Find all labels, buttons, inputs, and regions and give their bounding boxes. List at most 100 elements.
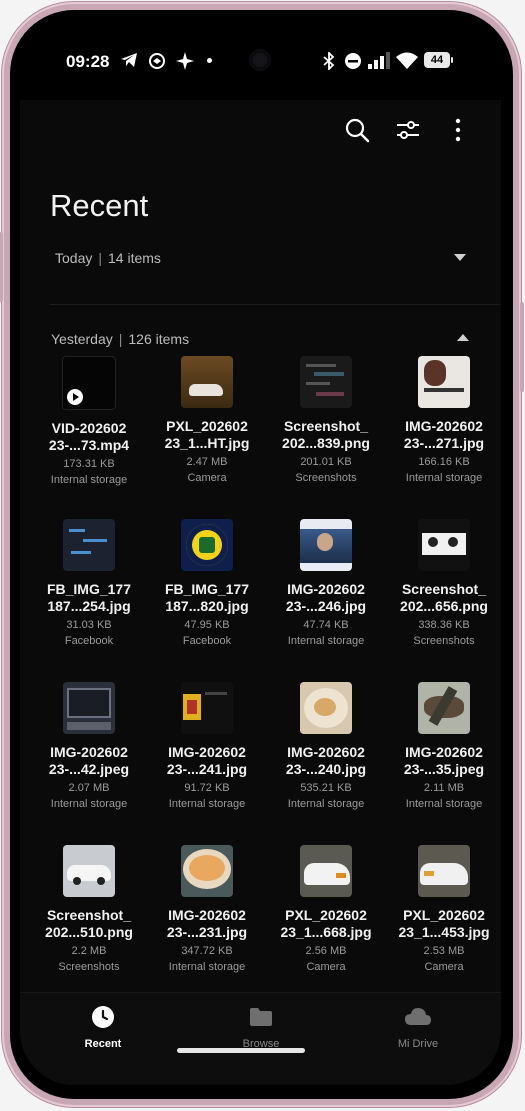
file-location: Screenshots <box>413 635 475 647</box>
file-name: IMG-202602 23-...246.jpg <box>285 581 367 614</box>
file-location: Internal storage <box>405 798 483 810</box>
wifi-icon <box>396 52 418 69</box>
image-thumbnail <box>181 519 233 571</box>
file-name: IMG-202602 23-...42.jpeg <box>48 744 130 777</box>
file-name: FB_IMG_177 187...254.jpg <box>46 581 132 614</box>
group-label: Yesterday <box>51 331 113 347</box>
group-count: 126 items <box>128 331 190 347</box>
expand-icon[interactable] <box>454 254 466 261</box>
image-thumbnail <box>181 356 233 408</box>
file-size: 31.03 KB <box>66 619 112 631</box>
file-location: Camera <box>187 472 227 484</box>
nav-mi-drive[interactable]: Mi Drive <box>348 1005 488 1050</box>
file-location: Internal storage <box>287 798 365 810</box>
group-header-today[interactable]: Today | 14 items <box>55 250 161 266</box>
file-name: IMG-202602 23-...231.jpg <box>166 907 248 940</box>
folder-icon <box>250 1008 272 1026</box>
status-bar: 09:28 44 <box>20 22 501 100</box>
file-tile[interactable]: IMG-202602 23-...240.jpg 535.21 KB Intern… <box>267 682 385 810</box>
file-tile[interactable]: Screenshot_ 202...510.png 2.2 MB Screensh… <box>30 845 148 973</box>
file-location: Internal storage <box>405 472 483 484</box>
image-thumbnail <box>181 845 233 897</box>
file-name: VID-202602 23-...73.mp4 <box>48 420 130 453</box>
file-location: Camera <box>306 961 346 973</box>
cloud-icon <box>405 1008 431 1025</box>
notification-dot-icon <box>207 58 212 63</box>
file-location: Internal storage <box>50 474 128 486</box>
image-thumbnail <box>63 682 115 734</box>
file-tile[interactable]: PXL_202602 23_1...453.jpg 2.53 MB Camera <box>385 845 501 973</box>
file-size: 535.21 KB <box>300 782 352 794</box>
image-thumbnail <box>300 682 352 734</box>
file-name: FB_IMG_177 187...820.jpg <box>164 581 250 614</box>
file-size: 347.72 KB <box>181 945 233 957</box>
divider <box>50 304 500 305</box>
sparkle-icon <box>176 52 194 70</box>
front-camera <box>249 49 271 71</box>
file-tile[interactable]: IMG-202602 23-...246.jpg 47.74 KB Interna… <box>267 519 385 647</box>
file-tile[interactable]: PXL_202602 23_1...668.jpg 2.56 MB Camera <box>267 845 385 973</box>
sync-icon <box>149 53 165 69</box>
battery-indicator: 44 <box>424 52 453 68</box>
screen: 09:28 44 Recent Today | 14 items Yesterday… <box>20 22 501 1085</box>
telegram-icon <box>121 53 137 67</box>
nav-browse[interactable]: Browse <box>191 1005 331 1050</box>
file-location: Facebook <box>182 635 232 647</box>
file-tile[interactable]: FB_IMG_177 187...820.jpg 47.95 KB Faceboo… <box>148 519 266 647</box>
home-indicator[interactable] <box>177 1048 305 1053</box>
group-count: 14 items <box>108 250 161 266</box>
image-thumbnail <box>63 519 115 571</box>
nav-label: Mi Drive <box>397 1038 439 1050</box>
image-thumbnail <box>181 682 233 734</box>
file-location: Internal storage <box>50 798 128 810</box>
file-tile[interactable]: Screenshot_ 202...839.png 201.01 KB Scree… <box>267 356 385 484</box>
file-tile[interactable]: PXL_202602 23_1...HT.jpg 2.47 MB Camera <box>148 356 266 484</box>
app-content: Recent Today | 14 items Yesterday | 126 item… <box>20 100 501 1085</box>
group-header-yesterday[interactable]: Yesterday | 126 items <box>51 331 189 347</box>
file-location: Internal storage <box>168 961 246 973</box>
signal-icon <box>368 52 390 69</box>
collapse-icon[interactable] <box>457 334 469 341</box>
search-icon[interactable] <box>343 116 371 144</box>
file-size: 173.31 KB <box>63 458 115 470</box>
file-tile[interactable]: IMG-202602 23-...271.jpg 166.16 KB Intern… <box>385 356 501 484</box>
video-thumbnail <box>62 356 116 410</box>
bluetooth-icon <box>323 52 335 70</box>
file-location: Internal storage <box>168 798 246 810</box>
file-tile[interactable]: IMG-202602 23-...35.jpeg 2.11 MB Internal… <box>385 682 501 810</box>
more-icon[interactable] <box>444 116 472 144</box>
image-thumbnail <box>418 682 470 734</box>
file-size: 2.2 MB <box>71 945 107 957</box>
file-location: Screenshots <box>295 472 357 484</box>
file-name: PXL_202602 23_1...HT.jpg <box>164 418 250 451</box>
file-size: 2.53 MB <box>423 945 465 957</box>
file-name: IMG-202602 23-...271.jpg <box>403 418 485 451</box>
file-name: IMG-202602 23-...241.jpg <box>166 744 248 777</box>
separator: | <box>98 250 102 266</box>
file-size: 166.16 KB <box>418 456 470 468</box>
file-tile[interactable]: IMG-202602 23-...241.jpg 91.72 KB Interna… <box>148 682 266 810</box>
file-tile[interactable]: IMG-202602 23-...231.jpg 347.72 KB Intern… <box>148 845 266 973</box>
bottom-navigation: Recent Browse Mi Drive <box>20 992 501 1085</box>
file-location: Internal storage <box>287 635 365 647</box>
filter-icon[interactable] <box>394 116 422 144</box>
nav-recent[interactable]: Recent <box>33 1005 173 1050</box>
dnd-icon <box>345 53 361 69</box>
volume-button <box>0 232 3 302</box>
image-thumbnail <box>300 519 352 571</box>
file-size: 201.01 KB <box>300 456 352 468</box>
file-location: Screenshots <box>58 961 120 973</box>
file-tile[interactable]: Screenshot_ 202...656.png 338.36 KB Scree… <box>385 519 501 647</box>
image-thumbnail <box>300 356 352 408</box>
file-name: IMG-202602 23-...240.jpg <box>285 744 367 777</box>
file-location: Camera <box>424 961 464 973</box>
file-size: 2.11 MB <box>423 782 465 794</box>
file-size: 2.07 MB <box>68 782 110 794</box>
file-tile[interactable]: IMG-202602 23-...42.jpeg 2.07 MB Internal… <box>30 682 148 810</box>
file-name: IMG-202602 23-...35.jpeg <box>403 744 485 777</box>
file-size: 47.74 KB <box>303 619 349 631</box>
file-tile[interactable]: VID-202602 23-...73.mp4 173.31 KB Interna… <box>30 356 148 486</box>
power-button <box>520 302 524 392</box>
file-name: Screenshot_ 202...839.png <box>282 418 370 451</box>
file-tile[interactable]: FB_IMG_177 187...254.jpg 31.03 KB Faceboo… <box>30 519 148 647</box>
